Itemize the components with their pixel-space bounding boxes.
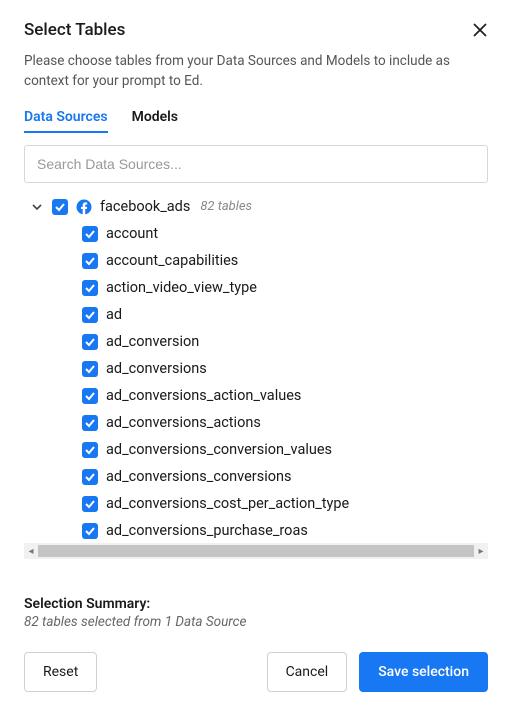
table-checkbox[interactable] — [82, 334, 98, 350]
select-tables-dialog: Select Tables Please choose tables from … — [0, 0, 512, 712]
search-wrap — [24, 145, 488, 183]
table-checkbox[interactable] — [82, 280, 98, 296]
search-input[interactable] — [24, 145, 488, 183]
dialog-header: Select Tables — [24, 20, 488, 52]
table-name: ad_conversions_actions — [106, 414, 261, 431]
summary-title: Selection Summary: — [24, 596, 488, 612]
table-name: ad_conversions_conversions — [106, 468, 292, 485]
table-row[interactable]: ad_conversions_cost_per_action_type — [24, 490, 484, 517]
scroll-left-arrow[interactable]: ◂ — [24, 543, 38, 559]
tab-data-sources[interactable]: Data Sources — [24, 109, 108, 133]
table-row[interactable]: ad_conversion — [24, 328, 484, 355]
scroll-right-arrow[interactable]: ▸ — [474, 543, 488, 559]
table-row[interactable]: ad_conversions_actions — [24, 409, 484, 436]
horizontal-scrollbar[interactable]: ◂ ▸ — [24, 543, 488, 559]
table-row[interactable]: ad_conversions_conversion_values — [24, 436, 484, 463]
table-checkbox[interactable] — [82, 415, 98, 431]
source-count: 82 tables — [200, 199, 252, 214]
tree-wrap: facebook_ads 82 tables account account_ca… — [24, 193, 488, 582]
table-name: ad_conversions — [106, 360, 207, 377]
table-row[interactable]: action_video_view_type — [24, 274, 484, 301]
table-checkbox[interactable] — [82, 253, 98, 269]
table-checkbox[interactable] — [82, 442, 98, 458]
dialog-footer: Reset Cancel Save selection — [24, 652, 488, 692]
table-name: ad_conversions_action_values — [106, 387, 301, 404]
source-row[interactable]: facebook_ads 82 tables — [24, 193, 484, 220]
reset-button[interactable]: Reset — [24, 652, 97, 692]
table-name: ad_conversions_cost_per_action_type — [106, 495, 349, 512]
close-icon — [472, 22, 488, 38]
selection-summary: Selection Summary: 82 tables selected fr… — [24, 596, 488, 630]
close-button[interactable] — [468, 18, 492, 42]
table-checkbox[interactable] — [82, 523, 98, 539]
tree-scroll[interactable]: facebook_ads 82 tables account account_ca… — [24, 193, 488, 543]
table-name: account — [106, 225, 158, 242]
scroll-thumb[interactable] — [38, 545, 474, 557]
source-checkbox[interactable] — [52, 199, 68, 215]
table-name: ad_conversions_conversion_values — [106, 441, 332, 458]
table-checkbox[interactable] — [82, 307, 98, 323]
dialog-description: Please choose tables from your Data Sour… — [24, 52, 464, 91]
facebook-icon — [76, 199, 92, 215]
table-name: action_video_view_type — [106, 279, 257, 296]
table-checkbox[interactable] — [82, 496, 98, 512]
table-checkbox[interactable] — [82, 226, 98, 242]
tab-bar: Data Sources Models — [24, 109, 488, 133]
cancel-button[interactable]: Cancel — [267, 652, 348, 692]
table-checkbox[interactable] — [82, 361, 98, 377]
table-row[interactable]: ad_conversions_purchase_roas — [24, 517, 484, 543]
summary-text: 82 tables selected from 1 Data Source — [24, 614, 488, 630]
table-row[interactable]: ad — [24, 301, 484, 328]
table-name: account_capabilities — [106, 252, 238, 269]
table-row[interactable]: ad_conversions — [24, 355, 484, 382]
table-row[interactable]: account_capabilities — [24, 247, 484, 274]
table-row[interactable]: account — [24, 220, 484, 247]
source-name: facebook_ads — [100, 198, 190, 215]
chevron-down-icon[interactable] — [30, 200, 44, 214]
table-name: ad_conversion — [106, 333, 199, 350]
tab-models[interactable]: Models — [132, 109, 178, 133]
table-row[interactable]: ad_conversions_conversions — [24, 463, 484, 490]
table-name: ad_conversions_purchase_roas — [106, 522, 308, 539]
table-row[interactable]: ad_conversions_action_values — [24, 382, 484, 409]
table-name: ad — [106, 306, 122, 323]
save-button[interactable]: Save selection — [359, 652, 488, 692]
table-checkbox[interactable] — [82, 388, 98, 404]
table-checkbox[interactable] — [82, 469, 98, 485]
dialog-title: Select Tables — [24, 20, 125, 40]
